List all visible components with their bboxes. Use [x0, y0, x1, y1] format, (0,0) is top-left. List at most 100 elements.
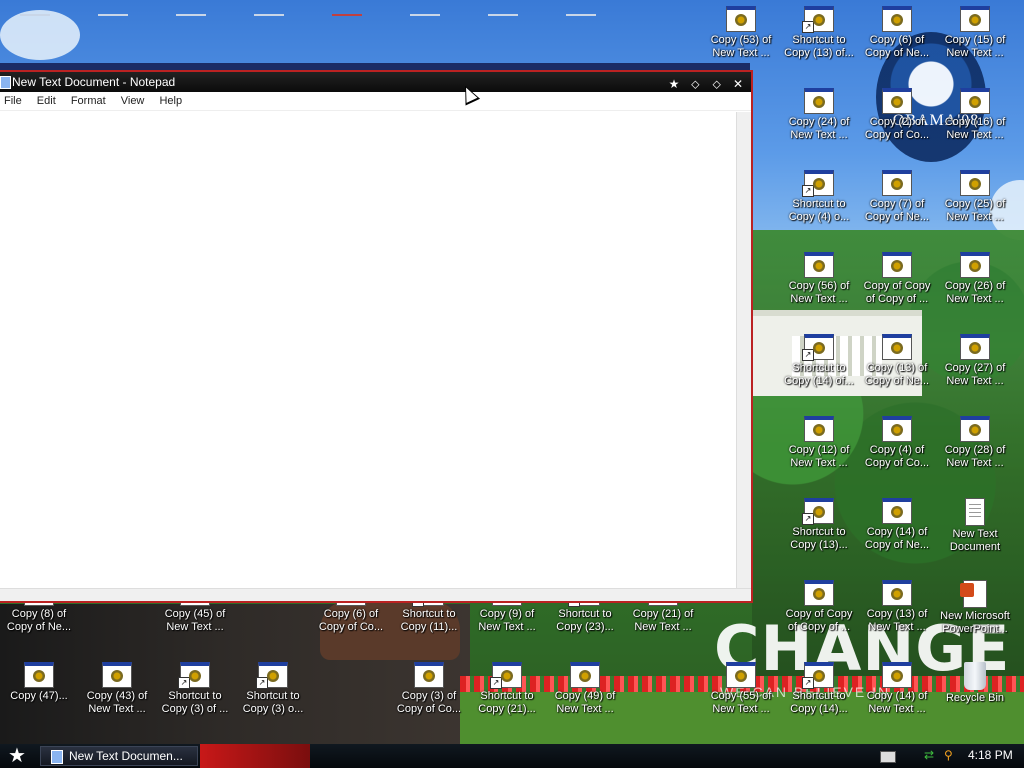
text-area[interactable]: [0, 112, 737, 589]
desktop-icon-label: Copy (15) of New Text ...: [944, 34, 1006, 59]
desktop-icon-label: Copy (13) of New Text ...: [866, 608, 928, 633]
desktop-icon-label: Copy (55) of New Text ...: [710, 690, 772, 715]
desktop-icon[interactable]: ↗ Shortcut to Copy (14)...: [780, 660, 858, 716]
application-icon: [102, 662, 132, 688]
desktop-icon[interactable]: Copy (53) of New Text ...: [702, 4, 780, 60]
desktop-icon-label: Copy of Copy of Copy of ...: [863, 280, 931, 305]
shortcut-arrow-icon: ↗: [802, 349, 814, 361]
desktop-icon-label: Copy (8) of Copy of Ne...: [6, 608, 72, 633]
desktop-icon[interactable]: ↗ Shortcut to Copy (14) of...: [780, 332, 858, 388]
close-button[interactable]: ✕: [731, 77, 745, 91]
desktop-icon[interactable]: Copy (25) of New Text ...: [936, 168, 1014, 224]
desktop-icon[interactable]: Copy (24) of New Text ...: [780, 86, 858, 142]
desktop-icon-label: Copy (2) of Copy of Co...: [864, 116, 930, 141]
shortcut-arrow-icon: ↗: [178, 677, 190, 689]
start-button[interactable]: ★: [4, 745, 30, 767]
clock[interactable]: 4:18 PM: [968, 748, 1013, 762]
recycle-bin-icon: [964, 662, 986, 690]
network-icon[interactable]: ⇄: [924, 748, 934, 762]
shortcut-arrow-icon: ↗: [490, 677, 502, 689]
desktop-icon-label: Copy (3) of Copy of Co...: [396, 690, 462, 715]
desktop-icon-label: Copy (16) of New Text ...: [944, 116, 1006, 141]
desktop-icon[interactable]: Copy (7) of Copy of Ne...: [858, 168, 936, 224]
desktop-icon[interactable]: Copy (56) of New Text ...: [780, 250, 858, 306]
application-icon: ↗: [802, 170, 834, 197]
desktop-icon[interactable]: ↗ Shortcut to Copy (4) o...: [780, 168, 858, 224]
application-icon: [882, 252, 912, 278]
keyboard-icon[interactable]: [880, 751, 896, 763]
desktop-icon-label: Copy (4) of Copy of Co...: [864, 444, 930, 469]
desktop-icon[interactable]: ↗ Shortcut to Copy (13)...: [780, 496, 858, 552]
shortcut-arrow-icon: ↗: [802, 21, 814, 33]
application-icon: [882, 416, 912, 442]
application-icon: [882, 498, 912, 524]
vertical-scrollbar[interactable]: [736, 112, 751, 589]
application-icon: [960, 88, 990, 114]
desktop-icon[interactable]: Copy (13) of Copy of Ne...: [858, 332, 936, 388]
star-icon[interactable]: ★: [667, 77, 681, 91]
desktop-icon-label: Shortcut to Copy (3) o...: [242, 690, 304, 715]
notepad-titlebar[interactable]: New Text Document - Notepad ★ ⬦ ⬦ ✕: [0, 72, 751, 92]
notepad-window[interactable]: New Text Document - Notepad ★ ⬦ ⬦ ✕ File…: [0, 70, 753, 603]
desktop-icon[interactable]: Copy (49) of New Text ...: [546, 660, 624, 716]
desktop-icon-label: Shortcut to Copy (14)...: [790, 690, 848, 715]
text-document-icon: [965, 498, 985, 526]
desktop-icon[interactable]: ↗ Shortcut to Copy (13) of...: [780, 4, 858, 60]
desktop-icon[interactable]: ↗ Shortcut to Copy (3) of ...: [156, 660, 234, 716]
application-icon: ↗: [256, 662, 288, 689]
desktop-icon[interactable]: Copy of Copy of Copy of ...: [780, 578, 858, 634]
desktop-icon[interactable]: ↗ Shortcut to Copy (3) o...: [234, 660, 312, 716]
desktop-icon-label: Shortcut to Copy (23)...: [556, 608, 614, 633]
desktop-icon[interactable]: Copy (47)...: [0, 660, 78, 703]
menu-view[interactable]: View: [121, 95, 145, 107]
desktop-icon-label: Copy (14) of Copy of Ne...: [864, 526, 930, 551]
desktop-icon[interactable]: Copy (43) of New Text ...: [78, 660, 156, 716]
maximize-button[interactable]: ⬦: [710, 77, 724, 91]
desktop-icon-label: Copy (12) of New Text ...: [788, 444, 850, 469]
desktop-icon[interactable]: Copy (14) of Copy of Ne...: [858, 496, 936, 552]
application-icon: ↗: [802, 498, 834, 525]
desktop-icon[interactable]: Copy of Copy of Copy of ...: [858, 250, 936, 306]
search-icon[interactable]: ⚲: [944, 748, 953, 762]
desktop-icon[interactable]: Copy (13) of New Text ...: [858, 578, 936, 634]
desktop-icon[interactable]: Copy (27) of New Text ...: [936, 332, 1014, 388]
desktop-icon-label: Copy (6) of Copy of Ne...: [864, 34, 930, 59]
menu-edit[interactable]: Edit: [37, 95, 56, 107]
desktop-icon-label: Copy (26) of New Text ...: [944, 280, 1006, 305]
desktop-icon[interactable]: Copy (55) of New Text ...: [702, 660, 780, 716]
desktop-icon[interactable]: Copy (6) of Copy of Ne...: [858, 4, 936, 60]
desktop-icon[interactable]: Copy (14) of New Text ...: [858, 660, 936, 716]
shortcut-arrow-icon: ↗: [802, 185, 814, 197]
desktop-icon[interactable]: Copy (15) of New Text ...: [936, 4, 1014, 60]
minimize-button[interactable]: ⬦: [688, 77, 702, 91]
desktop-icon[interactable]: Recycle Bin: [936, 660, 1014, 705]
desktop-icon[interactable]: Copy (4) of Copy of Co...: [858, 414, 936, 470]
desktop-icon-label: Copy (13) of Copy of Ne...: [864, 362, 930, 387]
desktop-icon-label: Copy (21) of New Text ...: [632, 608, 694, 633]
desktop-icon[interactable]: New Microsoft PowerPoint...: [936, 578, 1014, 636]
desktop-icon[interactable]: Copy (28) of New Text ...: [936, 414, 1014, 470]
taskbar-notepad-task[interactable]: New Text Documen...: [40, 746, 198, 766]
menu-help[interactable]: Help: [159, 95, 182, 107]
application-icon: [960, 334, 990, 360]
desktop-icon[interactable]: Copy (26) of New Text ...: [936, 250, 1014, 306]
desktop-icon[interactable]: Copy (16) of New Text ...: [936, 86, 1014, 142]
desktop-icon-label: Shortcut to Copy (14) of...: [784, 362, 854, 387]
menu-file[interactable]: File: [4, 95, 22, 107]
taskbar-red-strip: [200, 744, 310, 768]
desktop-icon-label: Shortcut to Copy (13) of...: [784, 34, 854, 59]
desktop-icon-label: Copy of Copy of Copy of ...: [785, 608, 853, 633]
desktop-icon[interactable]: New Text Document: [936, 496, 1014, 554]
application-icon: [24, 662, 54, 688]
desktop-icon-label: Copy (53) of New Text ...: [710, 34, 772, 59]
desktop-icon[interactable]: Copy (12) of New Text ...: [780, 414, 858, 470]
desktop-icon[interactable]: Copy (3) of Copy of Co...: [390, 660, 468, 716]
menu-format[interactable]: Format: [71, 95, 106, 107]
application-icon: [804, 416, 834, 442]
desktop-icon[interactable]: ↗ Shortcut to Copy (21)...: [468, 660, 546, 716]
desktop-icon[interactable]: Copy (2) of Copy of Co...: [858, 86, 936, 142]
application-icon: [960, 6, 990, 32]
desktop-icon-label: Copy (7) of Copy of Ne...: [864, 198, 930, 223]
horizontal-scrollbar[interactable]: [0, 588, 751, 601]
desktop-icon-label: Copy (6) of Copy of Co...: [318, 608, 384, 633]
